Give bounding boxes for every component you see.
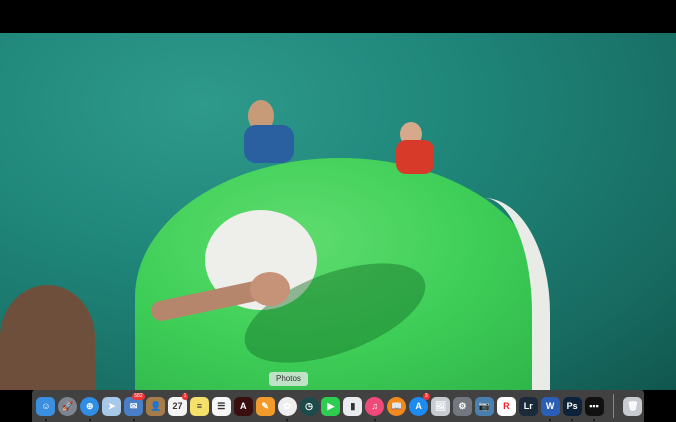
- desktop: Photos ☺ 🚀 ⊕ ➤ ✉ 582 👤 27 1 ≡ ☰ A ✎ ✿ ◷ ▶ ▮ ♫ 📖 A 3 🖼 ⚙ 📷 R Lr W Ps…: [0, 0, 676, 422]
- roblox-icon: R: [496, 396, 516, 416]
- notification-badge: 3: [422, 393, 430, 400]
- dock-app-maps[interactable]: ➤: [101, 390, 123, 422]
- facetime-icon: ▶: [321, 396, 341, 416]
- photos-icon: ✿: [277, 396, 297, 416]
- acrobat-icon: A: [233, 396, 253, 416]
- preview-icon: 🖼: [431, 396, 451, 416]
- numbers-icon: ▮: [343, 396, 363, 416]
- dock-app-numbers[interactable]: ▮: [342, 390, 364, 422]
- running-indicator: [373, 419, 376, 421]
- contacts-icon: 👤: [146, 396, 166, 416]
- dock-app-photos[interactable]: ✿: [276, 390, 298, 422]
- notes-icon: ≡: [189, 396, 209, 416]
- dock-app-iphoto[interactable]: 📷: [473, 390, 495, 422]
- fullscreen-photo: [0, 33, 676, 390]
- dock-app-reminders[interactable]: ☰: [210, 390, 232, 422]
- pages-icon: ✎: [255, 396, 275, 416]
- man-head: [0, 285, 95, 390]
- dock-app-roblox[interactable]: R: [495, 390, 517, 422]
- word-icon: W: [540, 396, 560, 416]
- dock-tooltip: Photos: [269, 372, 308, 386]
- iphoto-icon: 📷: [474, 396, 494, 416]
- dock-app-system-preferences[interactable]: ⚙: [452, 390, 474, 422]
- reminders-icon: ☰: [211, 396, 231, 416]
- itunes-icon: ♫: [365, 396, 385, 416]
- dock-separator: [612, 394, 614, 418]
- safari-icon: ⊕: [80, 396, 100, 416]
- running-indicator: [286, 419, 289, 421]
- dock-app-pages[interactable]: ✎: [254, 390, 276, 422]
- dock-app-app-store[interactable]: A3: [408, 390, 430, 422]
- running-indicator: [549, 419, 552, 421]
- ibooks-icon: 📖: [387, 396, 407, 416]
- gopro-studio-icon: ▪▪▪: [584, 396, 604, 416]
- dome-rim: [440, 198, 550, 390]
- dock-app-ibooks[interactable]: 📖: [386, 390, 408, 422]
- launchpad-icon: 🚀: [58, 396, 78, 416]
- trash-icon: 🗑: [623, 396, 643, 416]
- dock-app-mail[interactable]: ✉ 582: [123, 390, 145, 422]
- dock-app-lightroom[interactable]: Lr: [517, 390, 539, 422]
- dock-app-facetime[interactable]: ▶: [320, 390, 342, 422]
- maps-icon: ➤: [102, 396, 122, 416]
- running-indicator: [44, 419, 47, 421]
- photoshop-icon: Ps: [562, 396, 582, 416]
- notification-badge: 582: [132, 393, 145, 400]
- running-indicator: [88, 419, 91, 421]
- dock-app-calendar[interactable]: 27 1: [167, 390, 189, 422]
- dock-app-notes[interactable]: ≡: [188, 390, 210, 422]
- system-preferences-icon: ⚙: [452, 396, 472, 416]
- dock-app-trash[interactable]: 🗑: [622, 390, 644, 422]
- running-indicator: [571, 419, 574, 421]
- dock-app-acrobat[interactable]: A: [232, 390, 254, 422]
- notification-badge: 1: [181, 393, 189, 400]
- child-lifejacket: [396, 140, 434, 174]
- time-machine-icon: ◷: [299, 396, 319, 416]
- dock-app-itunes[interactable]: ♫: [364, 390, 386, 422]
- dock: ☺ 🚀 ⊕ ➤ ✉ 582 👤 27 1 ≡ ☰ A ✎ ✿ ◷ ▶ ▮ ♫ 📖 A 3 🖼 ⚙ 📷 R Lr W Ps ▪▪▪ 🗑: [32, 390, 644, 422]
- finder-icon: ☺: [36, 396, 56, 416]
- man-hand: [250, 272, 290, 306]
- dock-app-safari[interactable]: ⊕: [79, 390, 101, 422]
- woman-lifejacket: [244, 125, 294, 163]
- dock-app-word[interactable]: W: [539, 390, 561, 422]
- dock-app-gopro-studio[interactable]: ▪▪▪: [583, 390, 605, 422]
- running-indicator: [132, 419, 135, 421]
- lightroom-icon: Lr: [518, 396, 538, 416]
- dock-app-time-machine[interactable]: ◷: [298, 390, 320, 422]
- dock-app-contacts[interactable]: 👤: [145, 390, 167, 422]
- dock-app-launchpad[interactable]: 🚀: [57, 390, 79, 422]
- dock-app-preview[interactable]: 🖼: [430, 390, 452, 422]
- dock-app-photoshop[interactable]: Ps: [561, 390, 583, 422]
- running-indicator: [593, 419, 595, 421]
- dock-app-finder[interactable]: ☺: [35, 390, 57, 422]
